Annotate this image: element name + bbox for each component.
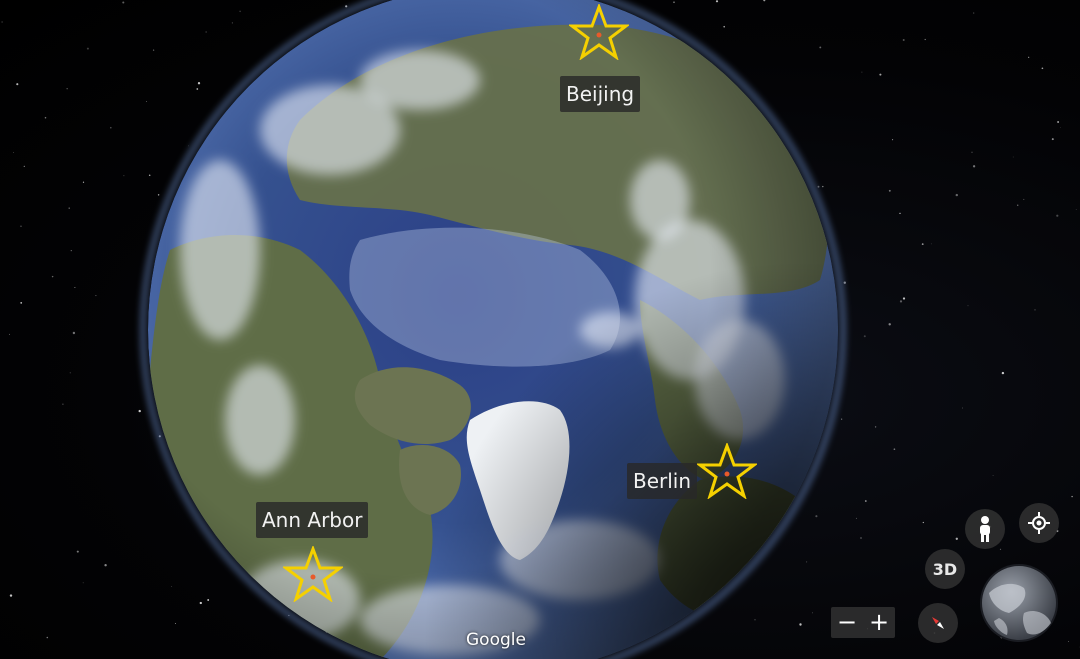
pegman-icon <box>980 516 990 542</box>
earth-globe[interactable] <box>0 0 1080 659</box>
zoom-in-button[interactable]: + <box>863 607 895 638</box>
zoom-controls: − + <box>831 607 895 638</box>
my-location-icon <box>1028 512 1050 534</box>
star-icon[interactable] <box>283 546 343 602</box>
star-icon[interactable] <box>569 4 629 60</box>
star-icon[interactable] <box>697 443 757 499</box>
place-label-berlin[interactable]: Berlin <box>627 463 698 499</box>
compass-icon <box>932 617 944 629</box>
my-location-button[interactable] <box>1019 503 1059 543</box>
night-shadow <box>148 0 838 659</box>
map-viewport[interactable]: Beijing Berlin Ann Arbor 3D − + Google <box>0 0 1080 659</box>
google-logo: Google <box>466 630 526 650</box>
mini-globe-icon[interactable] <box>979 563 1059 643</box>
compass-button[interactable] <box>918 603 958 643</box>
street-view-button[interactable] <box>965 509 1005 549</box>
place-label-beijing[interactable]: Beijing <box>560 76 641 112</box>
toggle-3d-button[interactable]: 3D <box>925 549 965 589</box>
zoom-out-button[interactable]: − <box>831 607 863 638</box>
place-label-ann-arbor[interactable]: Ann Arbor <box>256 502 369 538</box>
